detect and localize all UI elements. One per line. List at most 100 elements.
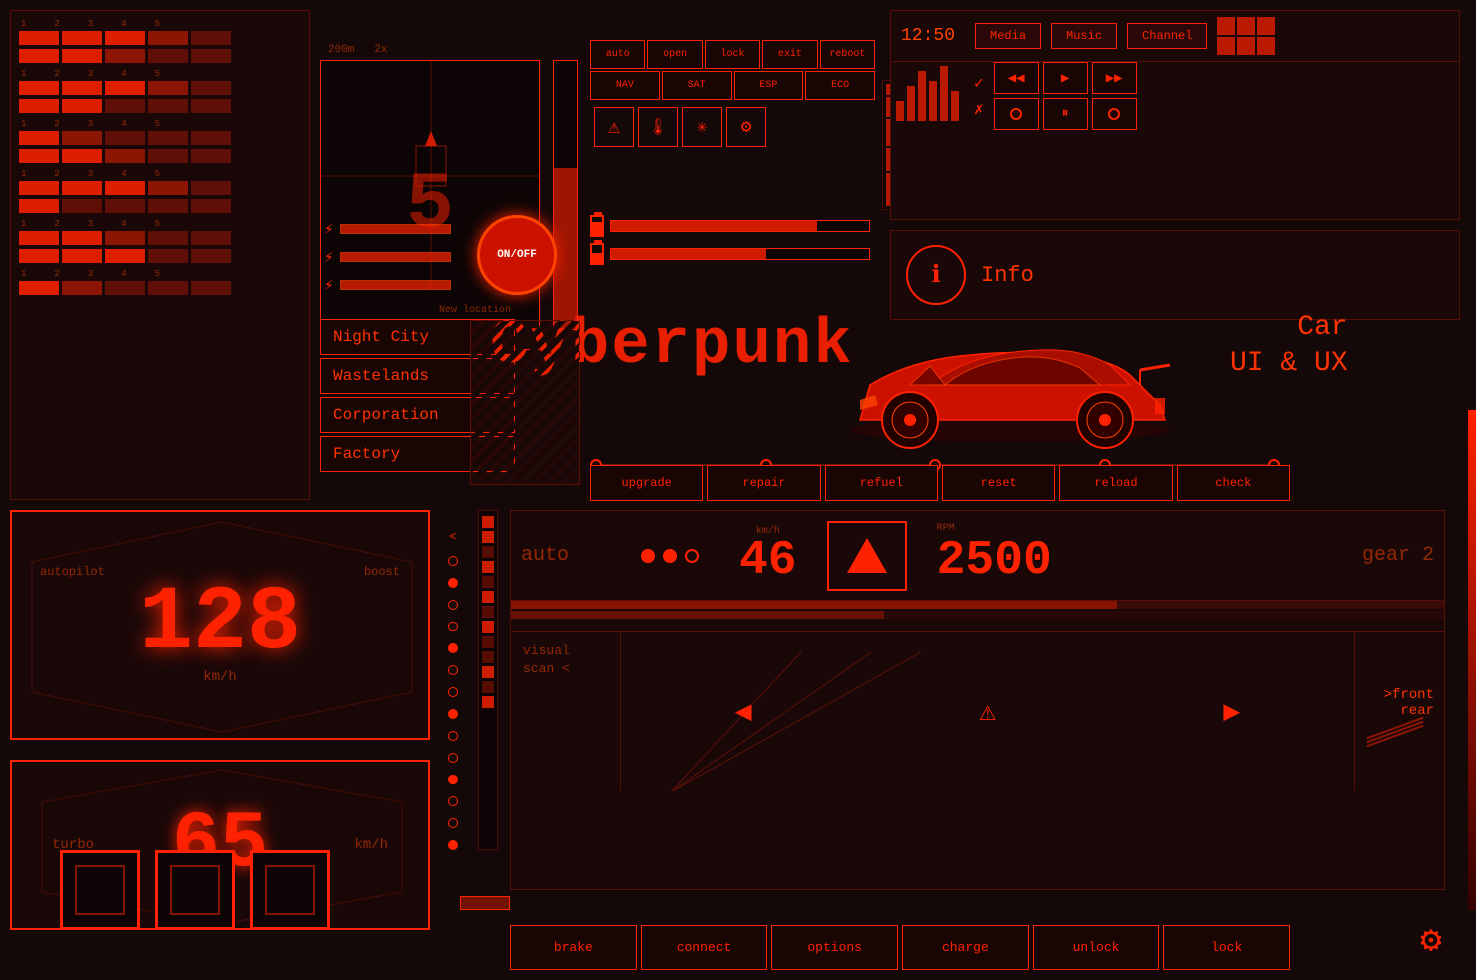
progress-row-7 [19, 181, 301, 195]
thin-bar-seg [482, 561, 494, 573]
btn-music[interactable]: Music [1051, 23, 1117, 49]
bar-seg [62, 31, 102, 45]
progress-row-6 [19, 149, 301, 163]
thin-bar-seg [482, 606, 494, 618]
settings-gear-button[interactable]: ⚙ [1406, 915, 1456, 965]
btn-refuel[interactable]: refuel [825, 465, 938, 501]
btn-open[interactable]: open [647, 40, 702, 69]
check-icon: ✓ [974, 73, 984, 93]
bar-seg [62, 149, 102, 163]
btn-media[interactable]: Media [975, 23, 1041, 49]
dot-12 [448, 796, 458, 806]
bar-seg [191, 281, 231, 295]
btn-repair[interactable]: repair [707, 465, 820, 501]
trio-dot-3 [685, 549, 699, 563]
media-panel: 12:50 Media Music Channel [890, 10, 1460, 220]
bolt-icon-3: ⚡ [324, 275, 334, 295]
bar-seg [19, 199, 59, 213]
thin-bar-seg [482, 591, 494, 603]
btn-pause[interactable]: ⏸ [1043, 98, 1088, 130]
btn-unlock[interactable]: unlock [1033, 925, 1160, 970]
media-main-row: ✓ ✗ ◀◀ ▶ ▶▶ ⏸ [891, 62, 1459, 130]
digital-block-1 [60, 850, 140, 930]
bar-seg [19, 99, 59, 113]
visual-scan-row: visual scan < ◀ ⚠ ▶ >front rear [511, 631, 1444, 791]
btn-lock-bottom[interactable]: lock [1163, 925, 1290, 970]
car-svg [810, 310, 1210, 470]
btn-reload[interactable]: reload [1059, 465, 1172, 501]
energy-row-3: ⚡ [324, 275, 451, 295]
bar-seg [191, 31, 231, 45]
bar-numbers-2: 12345 [19, 69, 301, 79]
playback-row-2: ⏸ [994, 98, 1137, 130]
bar-seg [148, 281, 188, 295]
map-zoom: 2x [374, 44, 387, 56]
bar-seg [191, 49, 231, 63]
bar-numbers-1: 12345 [19, 19, 301, 29]
btn-nav[interactable]: NAV [590, 71, 660, 100]
energy-bar-1 [340, 224, 451, 234]
eq-bar [918, 71, 926, 121]
bar-seg [105, 99, 145, 113]
btn-rewind[interactable]: ◀◀ [994, 62, 1039, 94]
thin-bar-seg [482, 651, 494, 663]
bottom-thin-bar [460, 896, 510, 910]
btn-exit[interactable]: exit [762, 40, 817, 69]
digital-display [60, 850, 330, 930]
fan-icon: ✳ [682, 107, 722, 147]
energy-row-1: ⚡ [324, 219, 451, 239]
knob-icon [1010, 108, 1022, 120]
visual-scan-label: visual scan < [511, 632, 621, 791]
check-x-area: ✓ ✗ [974, 73, 984, 119]
btn-options[interactable]: options [771, 925, 898, 970]
btn-play[interactable]: ▶ [1043, 62, 1088, 94]
btn-check[interactable]: check [1177, 465, 1290, 501]
bar-seg [19, 181, 59, 195]
scan-label-text: visual scan < [523, 643, 570, 676]
bar-seg [105, 231, 145, 245]
front-label: >front [1365, 687, 1434, 703]
btn-sat[interactable]: SAT [662, 71, 732, 100]
btn-reboot[interactable]: reboot [820, 40, 875, 69]
dot-7 [448, 687, 458, 697]
progress-row-3 [19, 81, 301, 95]
progress-row-4 [19, 99, 301, 113]
ctrl-row-2: NAV SAT ESP ECO [590, 71, 875, 100]
btn-fastforward[interactable]: ▶▶ [1092, 62, 1137, 94]
scan-area: ◀ ⚠ ▶ [621, 632, 1354, 791]
power-button[interactable]: ON/OFF [477, 215, 557, 295]
bar-seg [19, 31, 59, 45]
dots-panel: < [438, 510, 468, 850]
btn-eco[interactable]: ECO [805, 71, 875, 100]
dot-6 [448, 665, 458, 675]
progress-bar-track [511, 601, 1444, 609]
map-distance: 200m [328, 44, 354, 56]
scan-svg [621, 632, 1354, 791]
bar-seg [105, 181, 145, 195]
thin-bar-seg [482, 576, 494, 588]
btn-auto[interactable]: auto [590, 40, 645, 69]
btn-esp[interactable]: ESP [734, 71, 804, 100]
btn-brake[interactable]: brake [510, 925, 637, 970]
bar-numbers-5: 12345 [19, 219, 301, 229]
bar-seg [191, 249, 231, 263]
car-label: Car UI & UX [1230, 310, 1348, 383]
settings-ctrl[interactable] [994, 98, 1039, 130]
knob-ctrl[interactable] [1092, 98, 1137, 130]
arrow-less: < [449, 530, 456, 544]
btn-channel[interactable]: Channel [1127, 23, 1207, 49]
bar-seg [105, 131, 145, 145]
bar-seg [19, 49, 59, 63]
power-area: ON/OFF [462, 210, 572, 300]
btn-connect[interactable]: connect [641, 925, 768, 970]
eq-bar [940, 66, 948, 121]
eq-bar [929, 81, 937, 121]
battery-fill-1 [592, 222, 602, 236]
digital-block-3 [250, 850, 330, 930]
bar-seg [62, 249, 102, 263]
btn-lock[interactable]: lock [705, 40, 760, 69]
btn-upgrade[interactable]: upgrade [590, 465, 703, 501]
btn-reset[interactable]: reset [942, 465, 1055, 501]
bar-seg [105, 31, 145, 45]
btn-charge[interactable]: charge [902, 925, 1029, 970]
